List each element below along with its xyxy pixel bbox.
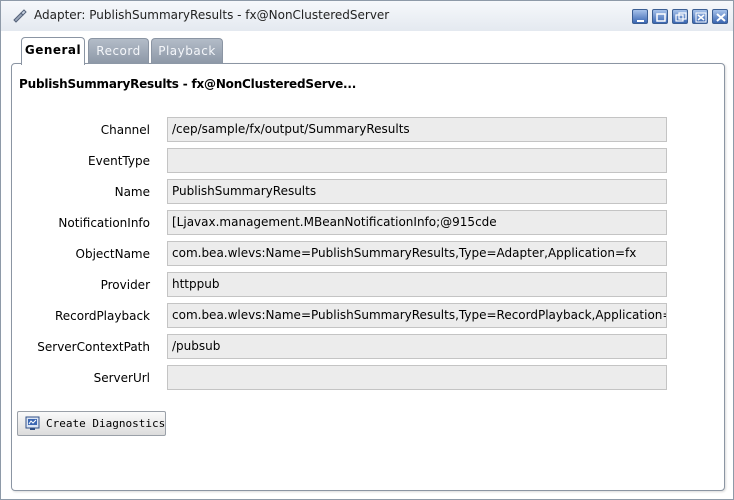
- tab-general[interactable]: General: [21, 37, 85, 65]
- recordplayback-field[interactable]: com.bea.wlevs:Name=PublishSummaryResults…: [167, 303, 667, 328]
- name-label: Name: [114, 185, 150, 199]
- maximize-button[interactable]: [652, 9, 668, 24]
- field-row-channel: Channel /cep/sample/fx/output/SummaryRes…: [1, 117, 734, 143]
- serverurl-label: ServerUrl: [93, 371, 150, 385]
- field-row-recordplayback: RecordPlayback com.bea.wlevs:Name=Publis…: [1, 303, 734, 329]
- field-row-objectname: ObjectName com.bea.wlevs:Name=PublishSum…: [1, 241, 734, 267]
- provider-label: Provider: [100, 278, 150, 292]
- notificationinfo-field[interactable]: [Ljavax.management.MBeanNotificationInfo…: [167, 210, 667, 235]
- serverurl-field[interactable]: [167, 365, 667, 390]
- channel-field[interactable]: /cep/sample/fx/output/SummaryResults: [167, 117, 667, 142]
- restore-button[interactable]: [672, 9, 688, 24]
- minimize-button[interactable]: [632, 9, 648, 24]
- objectname-label: ObjectName: [75, 247, 150, 261]
- recordplayback-label: RecordPlayback: [54, 309, 150, 323]
- eventtype-label: EventType: [88, 154, 150, 168]
- create-diagnostics-button[interactable]: Create Diagnostics: [17, 411, 166, 436]
- objectname-field[interactable]: com.bea.wlevs:Name=PublishSummaryResults…: [167, 241, 667, 266]
- field-row-serverurl: ServerUrl: [1, 365, 734, 391]
- field-row-name: Name PublishSummaryResults: [1, 179, 734, 205]
- servercontextpath-label: ServerContextPath: [37, 340, 150, 354]
- tab-record[interactable]: Record: [88, 38, 149, 64]
- eventtype-field[interactable]: [167, 148, 667, 173]
- notificationinfo-label: NotificationInfo: [58, 216, 150, 230]
- diagnostics-icon: [25, 416, 41, 432]
- field-row-notificationinfo: NotificationInfo [Ljavax.management.MBea…: [1, 210, 734, 236]
- tab-playback[interactable]: Playback: [151, 38, 223, 64]
- panel-heading: PublishSummaryResults - fx@NonClusteredS…: [19, 77, 357, 91]
- channel-label: Channel: [100, 123, 150, 137]
- close-button[interactable]: [712, 9, 728, 24]
- field-row-eventtype: EventType: [1, 148, 734, 174]
- name-field[interactable]: PublishSummaryResults: [167, 179, 667, 204]
- adapter-window: Adapter: PublishSummaryResults - fx@NonC…: [0, 0, 734, 500]
- create-diagnostics-label: Create Diagnostics: [46, 417, 166, 430]
- title-bar[interactable]: Adapter: PublishSummaryResults - fx@NonC…: [1, 1, 733, 31]
- field-row-provider: Provider httppub: [1, 272, 734, 298]
- servercontextpath-field[interactable]: /pubsub: [167, 334, 667, 359]
- field-row-servercontextpath: ServerContextPath /pubsub: [1, 334, 734, 360]
- provider-field[interactable]: httppub: [167, 272, 667, 297]
- close-window-button[interactable]: [692, 9, 708, 24]
- window-title: Adapter: PublishSummaryResults - fx@NonC…: [34, 8, 390, 22]
- adapter-icon: [12, 8, 28, 24]
